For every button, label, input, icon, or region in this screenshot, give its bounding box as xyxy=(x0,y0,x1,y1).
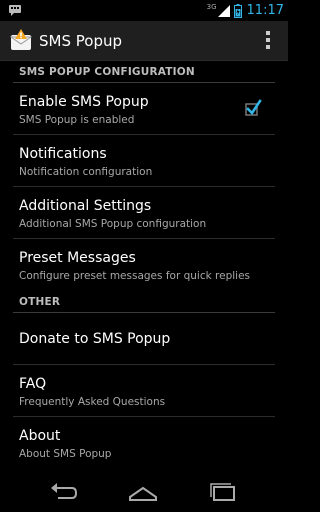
category-header: SMS POPUP CONFIGURATION xyxy=(13,61,275,83)
status-bar: 3G 11:17 xyxy=(0,0,288,21)
enable-checkbox[interactable] xyxy=(243,98,263,118)
pref-donate[interactable]: Donate to SMS Popup xyxy=(13,313,275,365)
action-bar: SMS Popup xyxy=(0,21,288,61)
status-icons: 3G 11:17 xyxy=(207,0,284,21)
network-type: 3G xyxy=(206,3,217,11)
pref-title: Additional Settings xyxy=(19,198,152,214)
pref-summary: Additional SMS Popup configuration xyxy=(19,218,207,230)
sms-notification-icon xyxy=(9,5,21,16)
sms-popup-app-icon[interactable] xyxy=(10,29,32,51)
category-header: OTHER xyxy=(13,291,275,313)
pref-about[interactable]: About About SMS Popup xyxy=(13,417,275,469)
pref-summary: Configure preset messages for quick repl… xyxy=(19,270,250,282)
home-icon[interactable] xyxy=(128,482,158,504)
signal-icon xyxy=(217,4,230,17)
category-label: OTHER xyxy=(19,296,61,308)
pref-title: FAQ xyxy=(19,376,47,392)
pref-title: Preset Messages xyxy=(19,250,136,266)
overflow-menu-icon[interactable] xyxy=(266,31,270,49)
category-label: SMS POPUP CONFIGURATION xyxy=(19,66,195,78)
battery-icon xyxy=(233,3,242,18)
navigation-bar xyxy=(0,476,288,512)
clock: 11:17 xyxy=(246,3,284,18)
pref-summary: About SMS Popup xyxy=(19,448,112,460)
pref-preset-messages[interactable]: Preset Messages Configure preset message… xyxy=(13,239,275,291)
pref-title: Enable SMS Popup xyxy=(19,94,149,110)
pref-additional-settings[interactable]: Additional Settings Additional SMS Popup… xyxy=(13,187,275,239)
app-title: SMS Popup xyxy=(39,32,122,50)
pref-title: About xyxy=(19,428,61,444)
pref-faq[interactable]: FAQ Frequently Asked Questions xyxy=(13,365,275,417)
pref-title: Donate to SMS Popup xyxy=(19,331,171,347)
pref-notifications[interactable]: Notifications Notification configuration xyxy=(13,135,275,187)
preference-list: SMS POPUP CONFIGURATION Enable SMS Popup… xyxy=(0,61,288,469)
pref-summary: Frequently Asked Questions xyxy=(19,396,166,408)
recent-apps-icon[interactable] xyxy=(208,482,238,504)
pref-enable-sms-popup[interactable]: Enable SMS Popup SMS Popup is enabled xyxy=(13,83,275,135)
back-icon[interactable] xyxy=(48,482,78,504)
pref-summary: Notification configuration xyxy=(19,166,153,178)
pref-summary: SMS Popup is enabled xyxy=(19,114,135,126)
pref-title: Notifications xyxy=(19,146,107,162)
